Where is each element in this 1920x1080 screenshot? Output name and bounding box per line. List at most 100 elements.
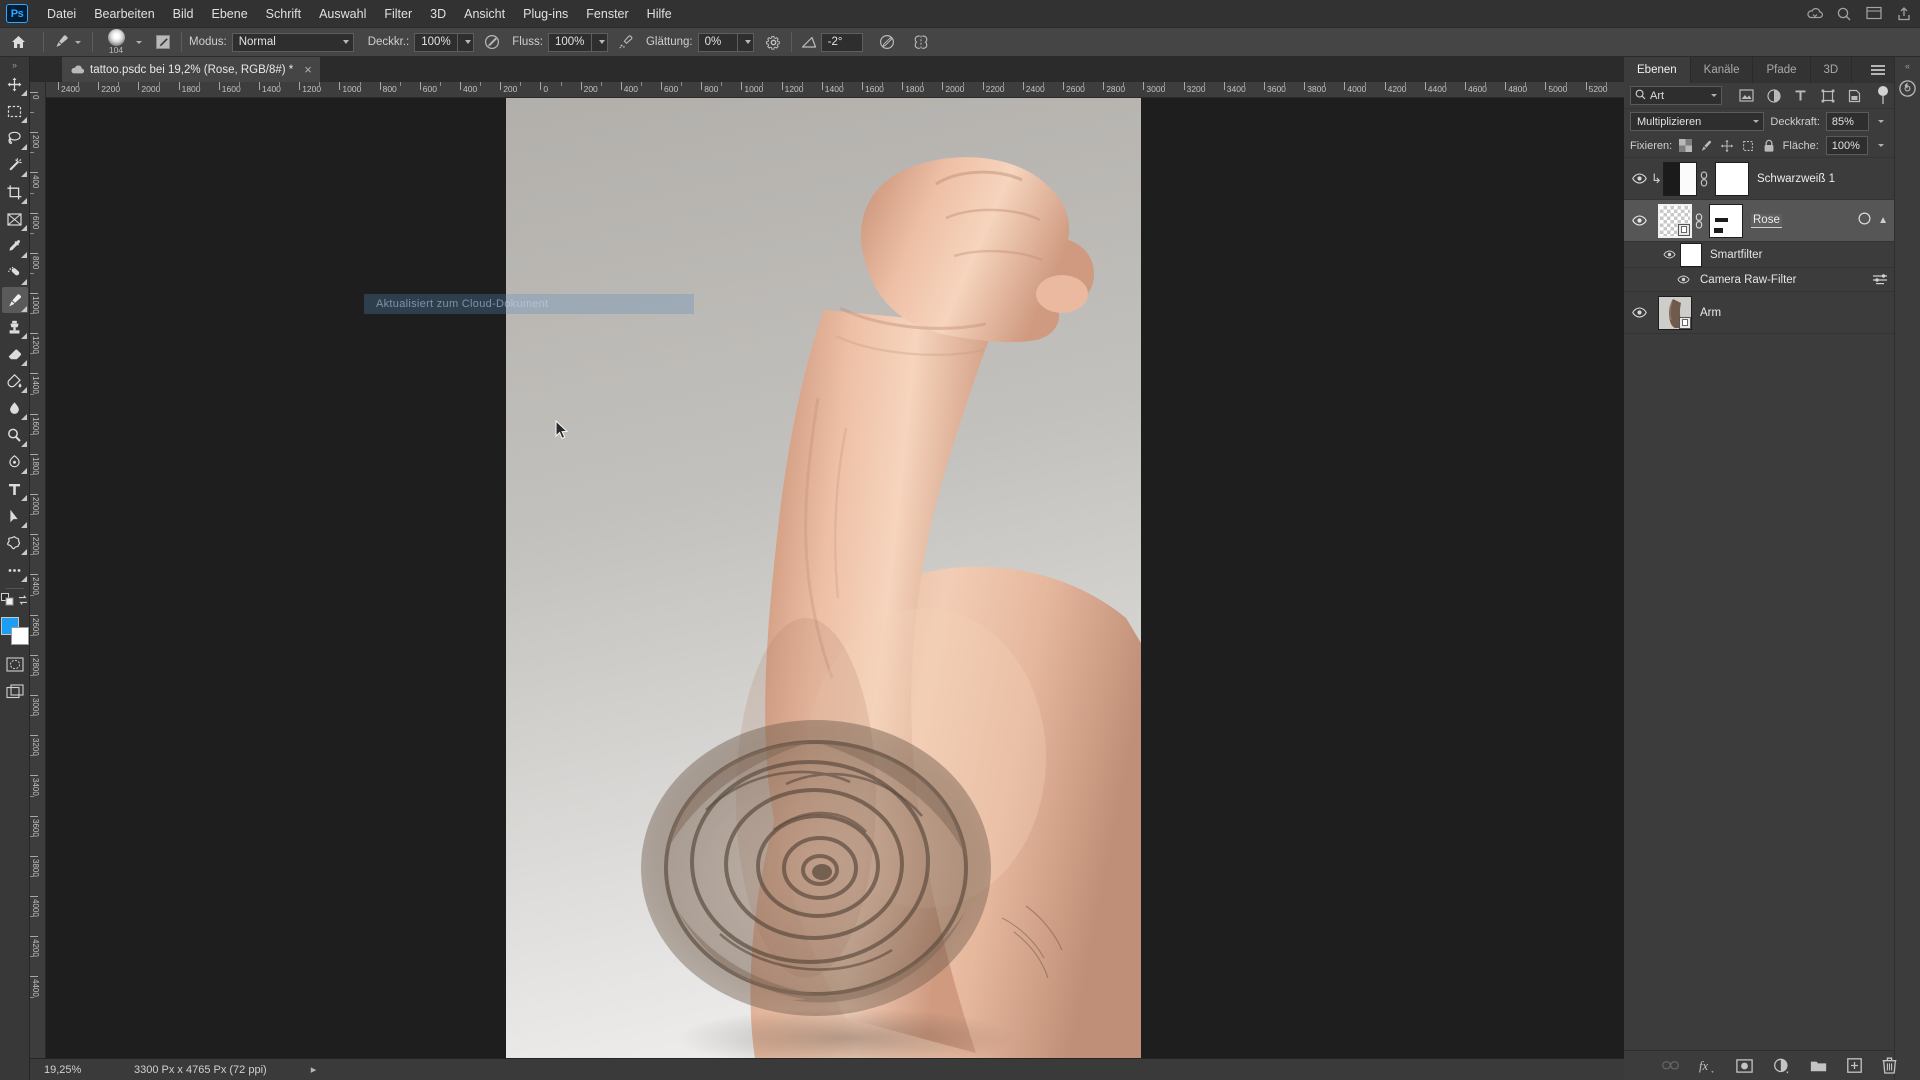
flow-value[interactable]: 100% [547, 32, 592, 52]
layer-opacity-dropdown[interactable] [1875, 112, 1889, 131]
gear-icon[interactable] [764, 32, 784, 52]
frame-tool[interactable] [2, 206, 28, 232]
filter-toggle-icon[interactable] [1877, 86, 1888, 105]
blend-mode-select[interactable]: Normal [231, 32, 354, 52]
panel-menu-icon[interactable] [1871, 65, 1885, 77]
horizontal-ruler[interactable]: 2400 2200 2000 1800 1600 1400 1200 1000 800 600 40… [46, 82, 1624, 98]
chevron-down-icon[interactable] [1711, 94, 1717, 97]
symmetry-butterfly-icon[interactable] [911, 32, 931, 52]
eye-icon[interactable] [1660, 250, 1678, 259]
crop-tool[interactable] [2, 179, 28, 205]
menu-ebene[interactable]: Ebene [203, 3, 257, 25]
list-item[interactable]: Camera Raw-Filter [1624, 268, 1894, 292]
new-adjustment-layer-icon[interactable] [1773, 1057, 1790, 1074]
pressure-size-icon[interactable] [877, 32, 897, 52]
type-layer-filter-icon[interactable] [1792, 87, 1809, 104]
clone-stamp-tool[interactable] [2, 314, 28, 340]
camera-raw-filter-label[interactable]: Camera Raw-Filter [1700, 274, 1797, 286]
new-group-icon[interactable] [1810, 1057, 1827, 1074]
eye-icon[interactable] [1674, 275, 1692, 284]
lock-position-icon[interactable] [1720, 138, 1734, 153]
table-row[interactable]: Rose ▲ [1624, 200, 1894, 242]
lock-image-icon[interactable] [1699, 138, 1713, 153]
layer-name[interactable]: Schwarzweiß 1 [1757, 173, 1835, 185]
window-arrange-icon[interactable] [1866, 6, 1882, 22]
shape-layer-filter-icon[interactable] [1819, 87, 1836, 104]
table-row[interactable]: Arm [1624, 292, 1894, 334]
menu-schrift[interactable]: Schrift [257, 3, 310, 25]
adjustment-layer-thumbnail[interactable] [1663, 161, 1697, 196]
smart-object-layer-thumbnail[interactable] [1658, 203, 1692, 238]
tab-pfade[interactable]: Pfade [1753, 57, 1811, 83]
move-tool[interactable] [2, 71, 28, 97]
layer-list[interactable]: ↳ Schwarzweiß 1 Rose ▲ Smartfilter Camer… [1624, 158, 1894, 1050]
tab-ebenen[interactable]: Ebenen [1624, 57, 1691, 83]
new-layer-icon[interactable] [1846, 1057, 1862, 1074]
lasso-tool[interactable] [2, 125, 28, 151]
menu-ansicht[interactable]: Ansicht [455, 3, 514, 25]
adjustment-layer-filter-icon[interactable] [1765, 87, 1782, 104]
home-icon[interactable] [0, 34, 36, 50]
lock-artboard-icon[interactable] [1741, 138, 1755, 153]
list-item[interactable]: Smartfilter [1624, 242, 1894, 268]
layer-opacity-value[interactable]: 85% [1825, 112, 1869, 131]
layer-mask-thumbnail[interactable] [1715, 161, 1749, 196]
menu-filter[interactable]: Filter [375, 3, 421, 25]
layer-name[interactable]: Arm [1700, 307, 1721, 319]
brush-size-preview[interactable]: 104 [100, 29, 132, 55]
healing-brush-tool[interactable] [2, 260, 28, 286]
more-tools[interactable] [2, 557, 28, 583]
chevron-right-icon[interactable]: ▸ [311, 1063, 317, 1076]
smoothing-dropdown[interactable] [737, 32, 754, 52]
menu-bearbeiten[interactable]: Bearbeiten [85, 3, 163, 25]
shape-tool[interactable] [2, 530, 28, 556]
link-layers-icon[interactable] [1661, 1057, 1679, 1074]
table-row[interactable]: ↳ Schwarzweiß 1 [1624, 158, 1894, 200]
tab-3d[interactable]: 3D [1810, 57, 1853, 83]
filter-kind-select[interactable]: Art [1630, 86, 1722, 105]
eye-icon[interactable] [1628, 215, 1650, 226]
eraser-tool[interactable] [2, 341, 28, 367]
dodge-tool[interactable] [2, 422, 28, 448]
type-tool[interactable] [2, 476, 28, 502]
link-mask-icon[interactable] [1697, 170, 1711, 187]
angle-value[interactable]: -2° [820, 32, 863, 52]
layer-blend-mode-select[interactable]: Multiplizieren [1630, 112, 1765, 131]
gradient-tool[interactable] [2, 368, 28, 394]
eye-icon[interactable] [1628, 307, 1650, 318]
brush-panel-icon[interactable] [152, 32, 174, 52]
menu-datei[interactable]: Datei [38, 3, 85, 25]
menu-bild[interactable]: Bild [164, 3, 203, 25]
rotate-view-icon[interactable] [1897, 77, 1919, 99]
screen-mode-icon[interactable] [2, 678, 28, 704]
menu-fenster[interactable]: Fenster [577, 3, 637, 25]
brush-preset-dropdown[interactable] [132, 40, 146, 44]
marquee-tool[interactable] [2, 98, 28, 124]
canvas-workspace[interactable]: Aktualisiert zum Cloud-Dokument [46, 98, 1624, 1058]
eye-icon[interactable] [1628, 173, 1650, 184]
lock-transparency-icon[interactable] [1679, 138, 1693, 153]
menu-auswahl[interactable]: Auswahl [310, 3, 375, 25]
link-mask-icon[interactable] [1692, 212, 1706, 229]
chevron-up-icon[interactable]: ▲ [1878, 215, 1888, 226]
layer-mask-thumbnail[interactable] [1709, 203, 1743, 238]
search-icon[interactable] [1836, 6, 1852, 22]
layer-thumbnail[interactable] [1658, 295, 1692, 330]
opacity-value[interactable]: 100% [414, 32, 459, 52]
fx-layer-style-icon[interactable]: fx [1699, 1057, 1716, 1074]
smart-filter-badge-icon[interactable] [1857, 211, 1872, 231]
brush-tool-dropdown[interactable] [71, 40, 85, 44]
menu-3d[interactable]: 3D [421, 3, 455, 25]
smoothing-value[interactable]: 0% [697, 32, 738, 52]
delete-layer-icon[interactable] [1882, 1057, 1897, 1074]
layer-fill-value[interactable]: 100% [1825, 136, 1868, 155]
add-layer-mask-icon[interactable] [1735, 1057, 1753, 1074]
smart-object-filter-icon[interactable] [1846, 87, 1863, 104]
menu-plugins[interactable]: Plug-ins [514, 3, 577, 25]
brush-tool-icon[interactable] [51, 32, 71, 52]
tab-kanaele[interactable]: Kanäle [1690, 57, 1754, 83]
vertical-ruler[interactable]: 0 200 400 600 800 1000 1200 1400 1600 1800 2000 220… [30, 82, 46, 1058]
swap-colors-icon[interactable] [17, 593, 29, 611]
default-colors-icon[interactable] [0, 593, 14, 611]
path-selection-tool[interactable] [2, 503, 28, 529]
